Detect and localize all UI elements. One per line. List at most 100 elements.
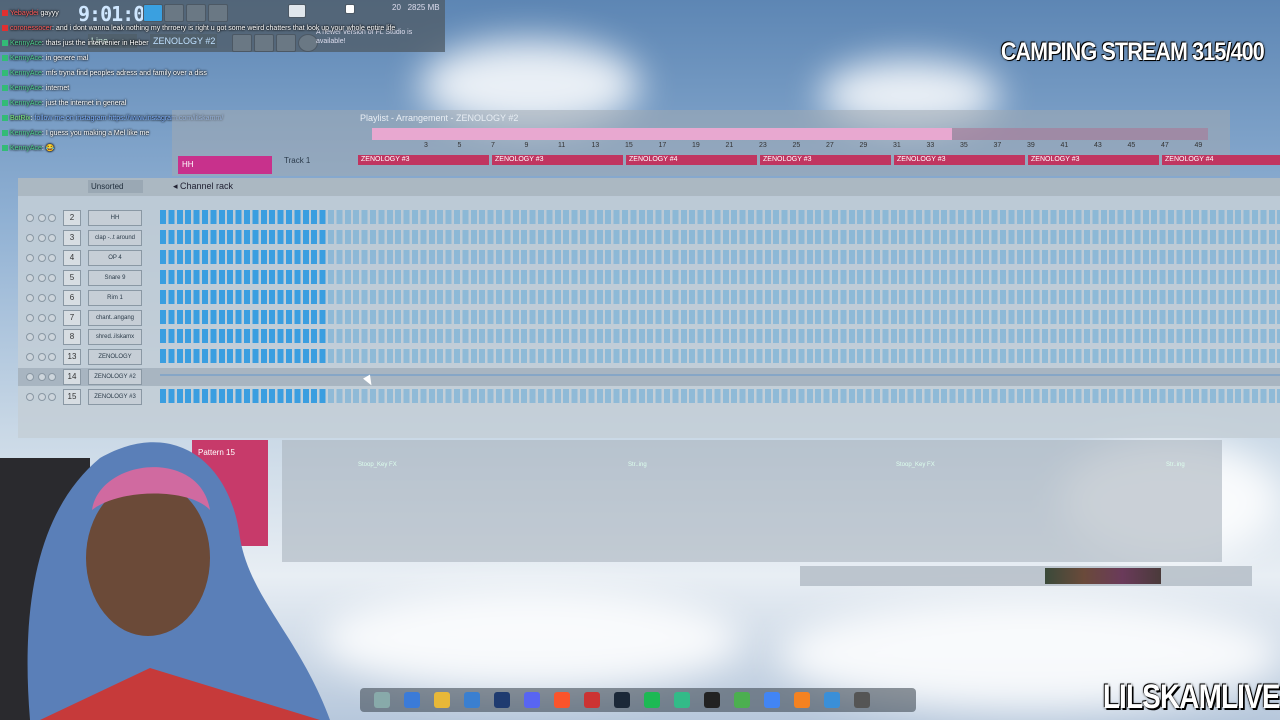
pan-knob[interactable] <box>38 293 46 302</box>
scroll-thumb[interactable] <box>372 128 952 140</box>
channel-name-button[interactable]: clap -..t around <box>88 229 142 246</box>
mixer-track-number[interactable]: 5 <box>63 269 81 286</box>
pan-knob[interactable] <box>38 373 46 382</box>
fl-studio-icon[interactable] <box>794 692 810 708</box>
channel-row[interactable]: 5 Snare 9 <box>18 269 1280 287</box>
mixer-track-number[interactable]: 4 <box>63 249 81 266</box>
channel-name-button[interactable]: chant..angang <box>88 309 142 326</box>
channel-name-button[interactable]: OP 4 <box>88 249 142 266</box>
playlist-tracks-area[interactable]: Stoop_Key FX Str..ing Stoop_Key FX Str..… <box>282 440 1222 562</box>
volume-knob[interactable] <box>48 253 56 262</box>
store-icon[interactable] <box>464 692 480 708</box>
pattern-picker-item[interactable]: HH <box>178 156 272 174</box>
channel-name-button[interactable]: shred..ilskamx <box>88 329 142 346</box>
volume-knob[interactable] <box>48 214 56 222</box>
mixer-track-number[interactable]: 13 <box>63 349 81 366</box>
volume-knob[interactable] <box>48 293 56 302</box>
pattern-clip[interactable]: ZENOLOGY #3 <box>894 155 1025 165</box>
step-sequencer[interactable] <box>160 389 1280 404</box>
mute-led[interactable] <box>26 293 34 302</box>
pan-knob[interactable] <box>38 353 46 362</box>
mute-led[interactable] <box>26 353 34 362</box>
playlist-scrollbar[interactable] <box>372 128 1208 140</box>
file-explorer-icon[interactable] <box>374 692 390 708</box>
step-sequencer[interactable] <box>160 329 1280 344</box>
mute-led[interactable] <box>26 253 34 262</box>
brave-icon[interactable] <box>554 692 570 708</box>
mixer-track-number[interactable]: 6 <box>63 289 81 306</box>
channel-name-button[interactable]: Rim 1 <box>88 289 142 306</box>
mute-led[interactable] <box>26 233 34 242</box>
photoshop-icon[interactable] <box>494 692 510 708</box>
media-player-icon[interactable] <box>854 692 870 708</box>
notepad-icon[interactable] <box>824 692 840 708</box>
pan-knob[interactable] <box>38 333 46 342</box>
step-sequencer[interactable] <box>160 374 1280 378</box>
spotify-icon[interactable] <box>644 692 660 708</box>
mute-led[interactable] <box>26 373 34 382</box>
channel-row[interactable]: 13 ZENOLOGY <box>18 348 1280 366</box>
step-sequencer[interactable] <box>160 269 1280 284</box>
audio-clip[interactable]: Stoop_Key FX <box>358 462 397 488</box>
pattern-clip[interactable]: ZENOLOGY #3 <box>492 155 623 165</box>
pattern-clip[interactable]: ZENOLOGY #4 <box>626 155 757 165</box>
channel-row[interactable]: 3 clap -..t around <box>18 229 1280 247</box>
step-sequencer[interactable] <box>160 289 1280 304</box>
mixer-track-number[interactable]: 7 <box>63 309 81 326</box>
channel-name-button[interactable]: Snare 9 <box>88 269 142 286</box>
game-icon[interactable] <box>674 692 690 708</box>
mute-led[interactable] <box>26 313 34 322</box>
channel-row[interactable]: 15 ZENOLOGY #3 <box>18 388 1280 406</box>
step-sequencer[interactable] <box>160 249 1280 264</box>
mixer-track-number[interactable]: 3 <box>63 229 81 246</box>
pan-knob[interactable] <box>38 233 46 242</box>
channel-filter-select[interactable]: Unsorted <box>88 180 143 193</box>
phone-icon[interactable] <box>734 692 750 708</box>
channel-row[interactable]: 2 HH <box>18 209 1280 227</box>
mute-led[interactable] <box>26 333 34 342</box>
channel-row[interactable]: 6 Rim 1 <box>18 289 1280 307</box>
mixer-track-number[interactable]: 2 <box>63 210 81 226</box>
mixer-track-number[interactable]: 8 <box>63 329 81 346</box>
track-label[interactable]: Track 1 <box>284 156 310 165</box>
audio-clip[interactable]: Stoop_Key FX <box>896 462 935 488</box>
channel-name-button[interactable]: HH <box>88 210 142 226</box>
channel-name-button[interactable]: ZENOLOGY #2 <box>88 369 142 386</box>
chrome-icon[interactable] <box>764 692 780 708</box>
mixer-strip[interactable] <box>800 566 1252 586</box>
timeline-ruler[interactable]: 3 5 7 9 11 13 15 17 19 21 23 25 27 29 31 33 35 37 39 41 43 45… <box>358 142 1216 154</box>
volume-knob[interactable] <box>48 273 56 282</box>
app-icon[interactable] <box>584 692 600 708</box>
pattern-clip[interactable]: ZENOLOGY #3 <box>1028 155 1159 165</box>
pan-knob[interactable] <box>38 253 46 262</box>
pattern-clip[interactable]: ZENOLOGY #3 <box>760 155 891 165</box>
audio-clip[interactable]: Str..ing <box>1166 462 1185 488</box>
discord-icon[interactable] <box>524 692 540 708</box>
mixer-track-number[interactable]: 14 <box>63 369 81 386</box>
capcut-icon[interactable] <box>704 692 720 708</box>
channel-name-button[interactable]: ZENOLOGY <box>88 349 142 366</box>
volume-knob[interactable] <box>48 313 56 322</box>
mute-led[interactable] <box>26 273 34 282</box>
mute-led[interactable] <box>26 214 34 222</box>
channel-row[interactable]: 4 OP 4 <box>18 249 1280 267</box>
pan-knob[interactable] <box>38 214 46 222</box>
step-sequencer[interactable] <box>160 229 1280 244</box>
step-sequencer[interactable] <box>160 349 1280 364</box>
folder-icon[interactable] <box>434 692 450 708</box>
step-sequencer[interactable] <box>160 210 1280 224</box>
step-sequencer[interactable] <box>160 309 1280 324</box>
pan-knob[interactable] <box>38 273 46 282</box>
channel-row[interactable]: 8 shred..ilskamx <box>18 328 1280 346</box>
pan-knob[interactable] <box>38 393 46 402</box>
copilot-icon[interactable] <box>404 692 420 708</box>
audio-clip[interactable]: Str..ing <box>628 462 647 488</box>
steam-icon[interactable] <box>614 692 630 708</box>
volume-knob[interactable] <box>48 353 56 362</box>
volume-knob[interactable] <box>48 373 56 382</box>
mixer-track-number[interactable]: 15 <box>63 389 81 406</box>
channel-name-button[interactable]: ZENOLOGY #3 <box>88 389 142 406</box>
volume-knob[interactable] <box>48 393 56 402</box>
pattern-clip[interactable]: ZENOLOGY #4 <box>1162 155 1280 165</box>
channel-rack-header[interactable]: Unsorted ◂ Channel rack <box>18 178 1280 196</box>
